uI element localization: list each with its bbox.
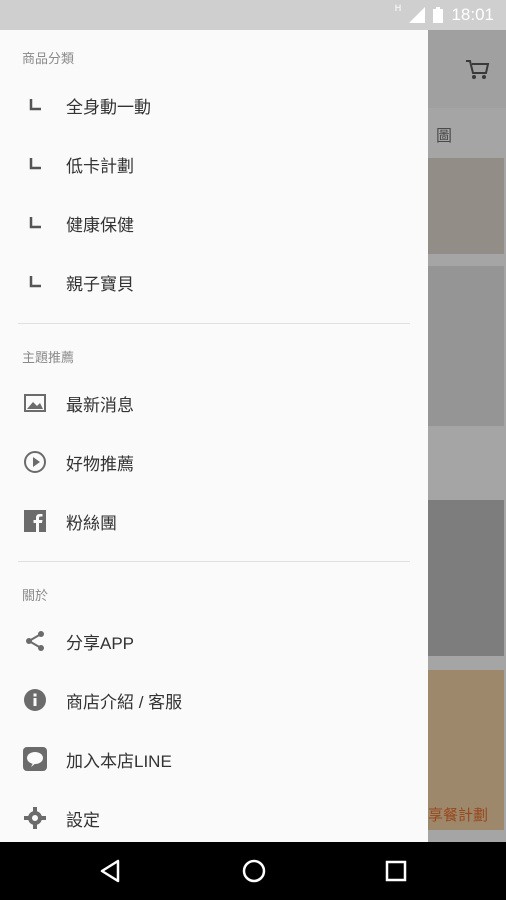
signal-icon <box>409 7 426 23</box>
home-icon[interactable] <box>239 856 269 886</box>
drawer-item-settings[interactable]: 設定 <box>0 789 428 842</box>
gear-icon <box>22 805 48 831</box>
subitem-corner-icon <box>22 210 48 236</box>
drawer-item-share[interactable]: 分享APP <box>0 612 428 670</box>
drawer-scrim[interactable] <box>428 30 506 842</box>
drawer-item-health[interactable]: 健康保健 <box>0 194 428 252</box>
image-icon <box>22 390 48 416</box>
drawer-item-label: 粉絲團 <box>66 513 117 533</box>
drawer-item-label: 加入本店LINE <box>66 751 172 771</box>
navigation-drawer: 商品分類 全身動一動 低卡計劃 健康保健 親子寶貝 主題推薦 最新消息 好物推薦 <box>0 30 428 842</box>
section-title-categories: 商品分類 <box>22 51 75 66</box>
info-icon <box>22 687 48 713</box>
drawer-item-label: 健康保健 <box>66 215 134 235</box>
drawer-item-news[interactable]: 最新消息 <box>0 374 428 432</box>
back-icon[interactable] <box>96 856 126 886</box>
drawer-item-recommend[interactable]: 好物推薦 <box>0 433 428 491</box>
system-nav-bar <box>0 842 506 900</box>
drawer-item-label: 最新消息 <box>66 395 134 415</box>
drawer-item-label: 低卡計劃 <box>66 156 134 176</box>
status-time: 18:01 <box>451 5 494 24</box>
section-title-about: 關於 <box>22 588 49 603</box>
divider <box>18 323 410 324</box>
drawer-item-label: 商店介紹 / 客服 <box>66 692 183 712</box>
section-title-topics: 主題推薦 <box>22 350 75 365</box>
status-bar: H 18:01 <box>0 0 506 30</box>
facebook-icon <box>22 508 48 534</box>
battery-icon <box>433 7 444 23</box>
subitem-corner-icon <box>22 92 48 118</box>
drawer-item-label: 好物推薦 <box>66 454 134 474</box>
drawer-item-low-cal[interactable]: 低卡計劃 <box>0 135 428 193</box>
signal-label: H <box>394 4 402 14</box>
drawer-item-parent-child[interactable]: 親子寶貝 <box>0 253 428 311</box>
drawer-item-label: 親子寶貝 <box>66 274 134 294</box>
drawer-item-store-info[interactable]: 商店介紹 / 客服 <box>0 671 428 729</box>
app-content: 圖 享餐計劃 商品分類 全身動一動 低卡計劃 健康保健 親子寶貝 主題推薦 最新… <box>0 30 506 842</box>
play-circle-icon <box>22 449 48 475</box>
drawer-item-line[interactable]: 加入本店LINE <box>0 730 428 788</box>
drawer-item-label: 全身動一動 <box>66 97 151 117</box>
share-icon <box>22 628 48 654</box>
drawer-item-full-body[interactable]: 全身動一動 <box>0 76 428 134</box>
recents-icon[interactable] <box>381 856 411 886</box>
subitem-corner-icon <box>22 151 48 177</box>
drawer-item-label: 分享APP <box>66 633 135 653</box>
drawer-item-label: 設定 <box>66 810 100 830</box>
line-icon <box>22 746 48 772</box>
drawer-item-fans[interactable]: 粉絲團 <box>0 492 428 550</box>
subitem-corner-icon <box>22 269 48 295</box>
divider <box>18 561 410 562</box>
